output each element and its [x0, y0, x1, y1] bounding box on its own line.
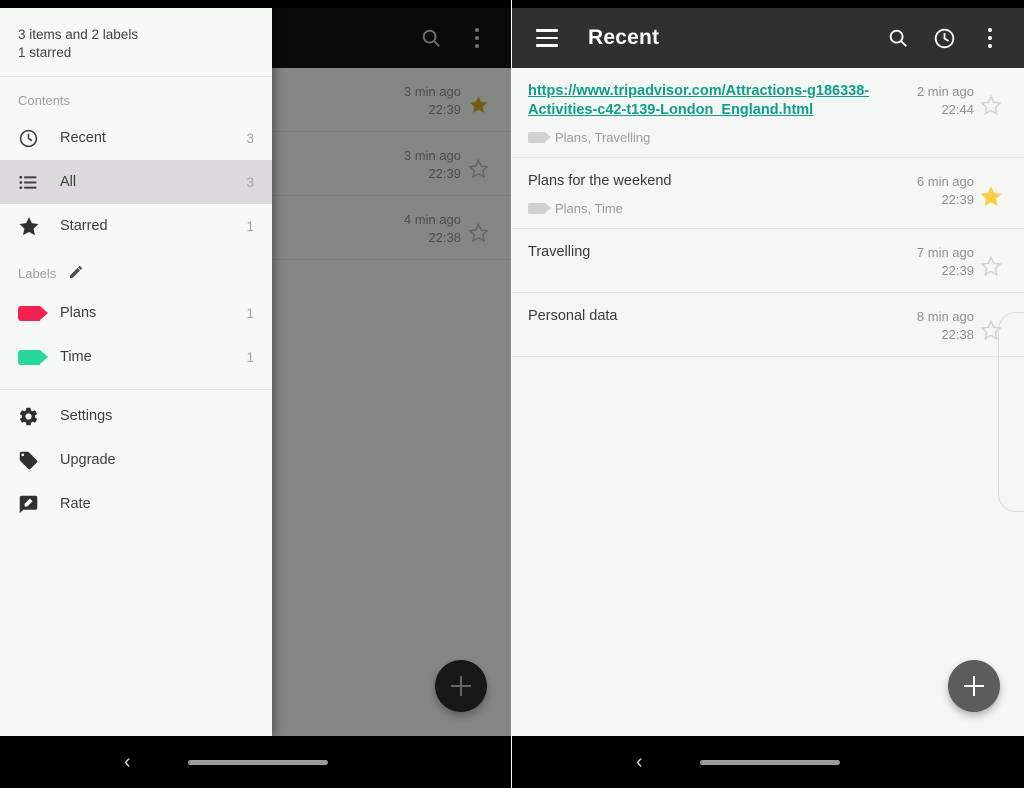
- sidebar-item-upgrade[interactable]: Upgrade: [0, 438, 272, 482]
- item-clock-time: 22:39: [941, 192, 974, 207]
- list-icon: [18, 172, 48, 193]
- sidebar-item-label: All: [60, 174, 77, 190]
- sidebar-item-rate[interactable]: Rate: [0, 482, 272, 526]
- item-meta: 6 min ago 22:39: [888, 172, 974, 209]
- back-button[interactable]: ‹: [124, 752, 131, 772]
- recent-items-list: https://www.tripadvisor.com/Attractions-…: [512, 68, 1024, 736]
- list-item[interactable]: Personal data 8 min ago 22:38: [512, 293, 1024, 357]
- sidebar-item-time[interactable]: Time 1: [0, 335, 272, 379]
- sidebar-item-all[interactable]: All 3: [0, 160, 272, 204]
- star-toggle[interactable]: [974, 243, 1008, 277]
- sidebar-item-count: 3: [246, 130, 254, 146]
- labels-section-title: Labels: [0, 248, 272, 291]
- sidebar-item-count: 3: [246, 174, 254, 190]
- status-bar-left: [0, 0, 511, 8]
- tag-icon: [528, 203, 551, 214]
- sidebar-item-starred[interactable]: Starred 1: [0, 204, 272, 248]
- sidebar-item-label: Settings: [60, 408, 113, 424]
- item-meta: 7 min ago 22:39: [888, 243, 974, 280]
- sidebar-item-count: 1: [246, 349, 254, 365]
- drawer-summary: 3 items and 2 labels 1 starred: [0, 8, 272, 77]
- more-vertical-icon[interactable]: [970, 18, 1010, 58]
- item-labels-text: Plans, Time: [555, 201, 623, 216]
- item-labels: Plans, Time: [528, 201, 878, 216]
- right-app-bar: Recent: [512, 8, 1024, 68]
- navigation-drawer: 3 items and 2 labels 1 starred Contents …: [0, 8, 272, 736]
- drawer-divider: [0, 389, 272, 390]
- tag-icon: [18, 349, 48, 365]
- home-gesture-pill[interactable]: [700, 759, 840, 765]
- clock-icon: [18, 128, 48, 149]
- item-relative-time: 8 min ago: [916, 309, 974, 324]
- left-phone-screen: 3 min ago 22:39 3 min ago 22:39 4 min ag…: [0, 0, 512, 788]
- rate-pencil-icon: [18, 494, 48, 515]
- sidebar-item-label: Starred: [60, 218, 108, 234]
- star-toggle[interactable]: [974, 307, 1008, 341]
- sidebar-item-label: Recent: [60, 130, 106, 146]
- list-item[interactable]: Plans for the weekend Plans, Time 6 min …: [512, 158, 1024, 229]
- right-phone-screen: Recent https://www.tripadvisor.com/Attra…: [512, 0, 1024, 788]
- price-tag-icon: [18, 450, 48, 471]
- sidebar-item-label: Plans: [60, 305, 97, 321]
- sidebar-item-label: Upgrade: [60, 452, 116, 468]
- item-relative-time: 6 min ago: [916, 174, 974, 189]
- sidebar-item-plans[interactable]: Plans 1: [0, 291, 272, 335]
- item-title: Travelling: [528, 244, 591, 260]
- status-bar-right: [512, 0, 1024, 8]
- item-title-link[interactable]: https://www.tripadvisor.com/Attractions-…: [528, 82, 878, 120]
- item-title: Personal data: [528, 308, 618, 324]
- add-button[interactable]: [948, 660, 1000, 712]
- home-gesture-pill[interactable]: [188, 759, 328, 765]
- item-clock-time: 22:38: [941, 327, 974, 342]
- star-icon: [18, 215, 48, 237]
- item-clock-time: 22:39: [941, 263, 974, 278]
- gear-icon: [18, 406, 48, 427]
- list-item[interactable]: Travelling 7 min ago 22:39: [512, 229, 1024, 293]
- item-meta: 8 min ago 22:38: [888, 307, 974, 344]
- dual-screenshot-container: 3 min ago 22:39 3 min ago 22:39 4 min ag…: [0, 0, 1024, 788]
- sidebar-item-count: 1: [246, 218, 254, 234]
- sidebar-item-label: Rate: [60, 496, 91, 512]
- item-relative-time: 7 min ago: [916, 245, 974, 260]
- drawer-summary-line2: 1 starred: [18, 45, 72, 60]
- history-clock-icon[interactable]: [924, 18, 964, 58]
- tag-icon: [18, 305, 48, 321]
- item-labels: Plans, Travelling: [528, 130, 878, 145]
- page-title: Recent: [588, 26, 660, 49]
- sidebar-item-label: Time: [60, 349, 92, 365]
- sidebar-item-count: 1: [246, 305, 254, 321]
- back-button[interactable]: ‹: [636, 752, 643, 772]
- drawer-summary-line1: 3 items and 2 labels: [18, 27, 139, 42]
- sidebar-item-recent[interactable]: Recent 3: [0, 116, 272, 160]
- list-item[interactable]: https://www.tripadvisor.com/Attractions-…: [512, 68, 1024, 158]
- star-toggle[interactable]: [974, 82, 1008, 116]
- pencil-icon[interactable]: [68, 264, 84, 283]
- system-navigation-bar: ‹: [512, 736, 1024, 788]
- item-title: Plans for the weekend: [528, 173, 672, 189]
- search-icon[interactable]: [878, 18, 918, 58]
- sidebar-item-settings[interactable]: Settings: [0, 394, 272, 438]
- contents-section-title: Contents: [18, 93, 71, 108]
- item-clock-time: 22:44: [941, 102, 974, 117]
- star-toggle[interactable]: [974, 172, 1008, 208]
- item-meta: 2 min ago 22:44: [888, 82, 974, 119]
- tag-icon: [528, 132, 551, 143]
- system-navigation-bar: ‹: [0, 736, 511, 788]
- hamburger-menu-icon[interactable]: [530, 21, 564, 55]
- item-labels-text: Plans, Travelling: [555, 130, 651, 145]
- plus-icon: [964, 676, 984, 696]
- item-relative-time: 2 min ago: [916, 84, 974, 99]
